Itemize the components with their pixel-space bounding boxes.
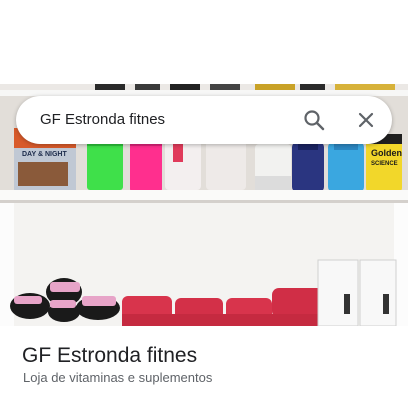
close-icon[interactable] (355, 109, 377, 131)
bottle-brand-text-1: Golden (371, 148, 402, 158)
shaker-white (255, 144, 291, 192)
place-title[interactable]: GF Estronda fitnes (22, 344, 197, 368)
white-boxes (317, 259, 397, 326)
search-icon[interactable] (303, 109, 325, 131)
bottle-brand-text-2: SCIENCE (371, 161, 398, 167)
box-brand-text: DAY & NIGHT (22, 151, 67, 158)
shaker-clear (165, 136, 201, 190)
bottle-navy (292, 142, 324, 192)
bottle-blue (328, 142, 364, 192)
search-bar[interactable]: GF Estronda fitnes (16, 96, 392, 144)
place-category: Loja de vitaminas e suplementos (23, 370, 213, 385)
shaker-clear-2 (206, 136, 246, 190)
search-query[interactable]: GF Estronda fitnes (40, 111, 165, 128)
